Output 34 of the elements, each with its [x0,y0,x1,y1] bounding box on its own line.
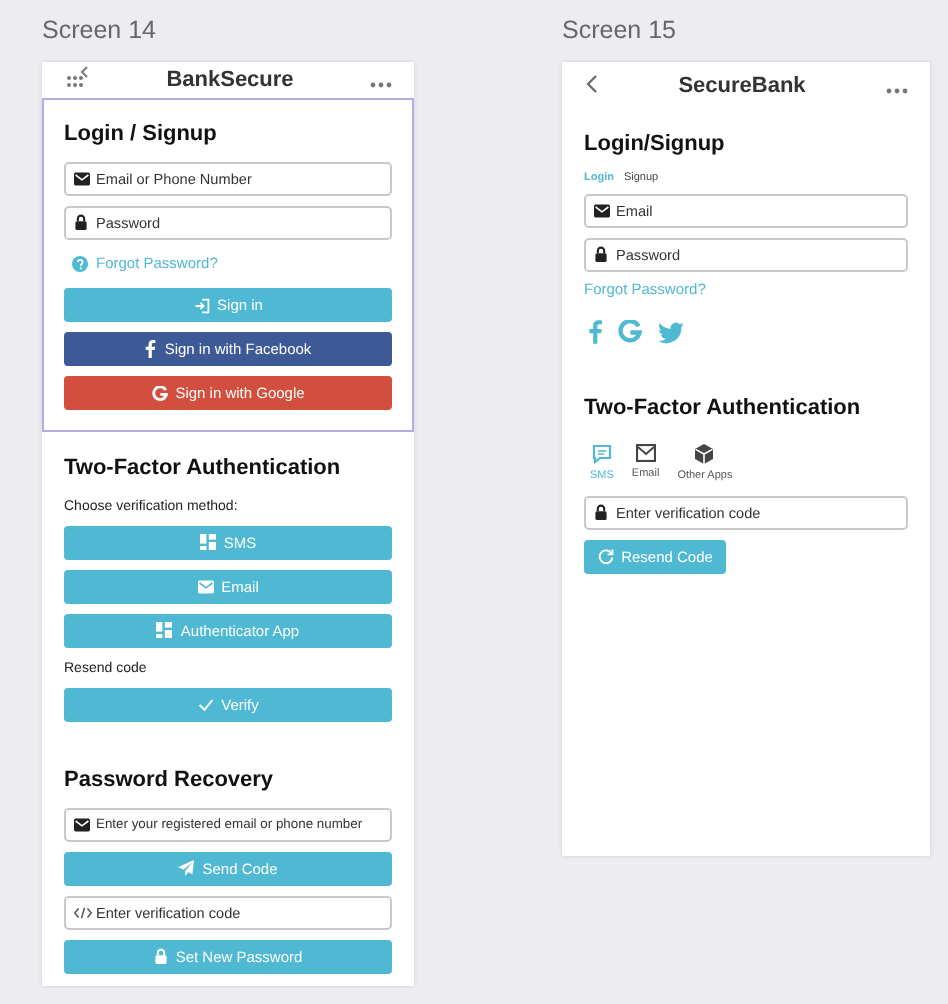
speech-bubble-icon [591,443,612,464]
cube-icon [694,443,715,464]
g-logo-icon [618,320,642,345]
section-heading: Login/Signup [584,132,725,158]
lock-icon [153,948,168,965]
envelope-icon [197,579,214,594]
section-heading: Two-Factor Authentication [64,456,341,482]
f-logo-icon [144,340,157,359]
section-heading: Login / Signup [64,122,217,148]
refresh-icon [597,548,614,565]
more-icon[interactable] [886,87,908,93]
sign-in-icon [193,297,210,314]
screen-caption: Screen 14 [42,14,158,48]
bird-icon [658,321,684,344]
check-icon [197,698,214,712]
help-icon [72,255,88,272]
app-title: BankSecure [166,68,294,92]
lock-icon [594,504,608,521]
back-icon[interactable] [586,73,598,93]
envelope-icon [635,443,656,462]
paper-plane-icon [178,860,195,877]
more-icon[interactable] [370,82,392,88]
f-logo-icon [588,320,602,345]
lock-icon [594,246,608,263]
g-logo-icon [151,385,168,402]
screen-caption: Screen 15 [562,14,678,48]
section-heading: Password Recovery [64,768,274,794]
lock-icon [74,214,88,231]
grid-icon [156,622,173,639]
app-title: SecureBank [678,73,806,97]
code-icon [74,905,92,920]
back-icon[interactable] [66,66,90,88]
grid-icon [199,534,216,551]
section-heading: Two-Factor Authentication [584,396,861,422]
